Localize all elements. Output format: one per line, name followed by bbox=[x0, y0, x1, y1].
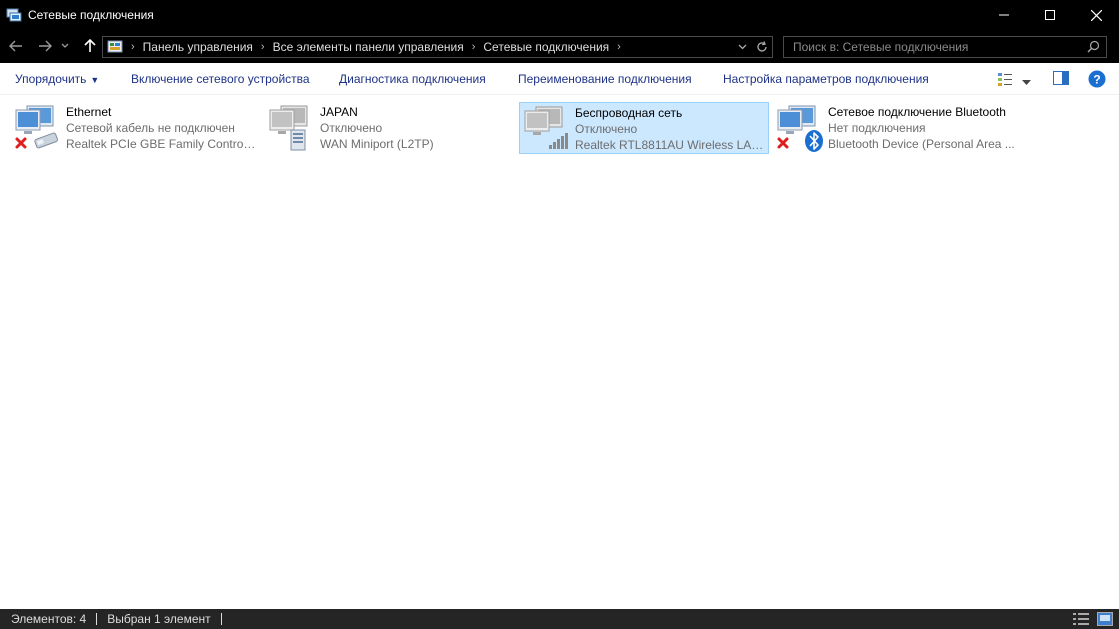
connection-item-ethernet[interactable]: Ethernet Сетевой кабель не подключен Rea… bbox=[11, 102, 261, 154]
recent-locations-chevron-icon[interactable] bbox=[58, 35, 72, 57]
organize-label: Упорядочить bbox=[15, 72, 87, 86]
network-connections-icon bbox=[6, 7, 22, 23]
search-icon[interactable] bbox=[1087, 40, 1100, 56]
connection-item-bluetooth[interactable]: Сетевое подключение Bluetooth Нет подклю… bbox=[773, 102, 1023, 154]
search-input[interactable] bbox=[793, 40, 1083, 54]
up-arrow-icon[interactable] bbox=[79, 35, 101, 57]
status-bar: Элементов: 4 Выбран 1 элемент bbox=[0, 609, 1119, 629]
organize-button[interactable]: Упорядочить ▼ bbox=[15, 72, 99, 86]
preview-pane-icon[interactable] bbox=[1053, 71, 1069, 88]
selection-count: Выбран 1 элемент bbox=[107, 612, 211, 626]
breadcrumb-chevron-icon[interactable]: › bbox=[261, 41, 265, 53]
connection-name: JAPAN bbox=[320, 105, 358, 119]
settings-button[interactable]: Настройка параметров подключения bbox=[723, 72, 929, 86]
connection-name: Ethernet bbox=[66, 105, 112, 119]
change-view-icon[interactable] bbox=[997, 71, 1013, 90]
navigation-bar: › Панель управления › Все элементы панел… bbox=[0, 30, 1119, 63]
breadcrumb-chevron-icon[interactable]: › bbox=[617, 41, 621, 53]
connection-status: Отключено bbox=[320, 121, 383, 135]
refresh-icon[interactable] bbox=[752, 41, 772, 53]
title-bar: Сетевые подключения bbox=[0, 0, 1119, 30]
view-options-caret-icon[interactable] bbox=[1022, 75, 1031, 89]
network-adapter-icon bbox=[775, 104, 823, 152]
address-bar[interactable]: › Панель управления › Все элементы панел… bbox=[102, 36, 773, 58]
help-icon[interactable]: ? bbox=[1088, 70, 1106, 91]
breadcrumb-all-items[interactable]: Все элементы панели управления bbox=[273, 40, 464, 54]
connection-status: Отключено bbox=[575, 122, 638, 136]
close-button[interactable] bbox=[1073, 0, 1119, 30]
connection-status: Сетевой кабель не подключен bbox=[66, 121, 235, 135]
connection-device: Realtek RTL8811AU Wireless LAN ... bbox=[575, 138, 767, 152]
breadcrumb-control-panel[interactable]: Панель управления bbox=[143, 40, 253, 54]
search-box[interactable] bbox=[783, 36, 1107, 58]
network-adapter-icon bbox=[267, 104, 315, 152]
command-bar: Упорядочить ▼ Включение сетевого устройст… bbox=[0, 63, 1119, 95]
connections-list[interactable]: Ethernet Сетевой кабель не подключен Rea… bbox=[0, 95, 1119, 609]
details-view-icon[interactable] bbox=[1073, 612, 1089, 629]
breadcrumb-chevron-icon[interactable]: › bbox=[472, 41, 476, 53]
window-title: Сетевые подключения bbox=[28, 8, 154, 22]
connection-device: Realtek PCIe GBE Family Controller bbox=[66, 137, 258, 151]
enable-device-button[interactable]: Включение сетевого устройства bbox=[131, 72, 310, 86]
diagnose-button[interactable]: Диагностика подключения bbox=[339, 72, 486, 86]
connection-item-wireless[interactable]: Беспроводная сеть Отключено Realtek RTL8… bbox=[519, 102, 769, 154]
network-adapter-icon bbox=[522, 105, 570, 153]
connection-status: Нет подключения bbox=[828, 121, 926, 135]
minimize-button[interactable] bbox=[981, 0, 1027, 30]
connection-device: WAN Miniport (L2TP) bbox=[320, 137, 434, 151]
status-divider bbox=[96, 613, 98, 625]
svg-text:?: ? bbox=[1093, 73, 1100, 87]
connection-item-japan[interactable]: JAPAN Отключено WAN Miniport (L2TP) bbox=[265, 102, 515, 154]
large-icons-view-icon[interactable] bbox=[1097, 612, 1113, 629]
connection-name: Беспроводная сеть bbox=[575, 106, 683, 120]
maximize-button[interactable] bbox=[1027, 0, 1073, 30]
status-divider bbox=[220, 613, 222, 625]
back-arrow-icon[interactable] bbox=[5, 35, 27, 57]
breadcrumb-chevron-icon[interactable]: › bbox=[131, 41, 135, 53]
breadcrumb-network-connections[interactable]: Сетевые подключения bbox=[483, 40, 609, 54]
rename-button[interactable]: Переименование подключения bbox=[518, 72, 692, 86]
address-dropdown-chevron-icon[interactable] bbox=[732, 44, 752, 50]
forward-arrow-icon[interactable] bbox=[34, 35, 56, 57]
connection-device: Bluetooth Device (Personal Area ... bbox=[828, 137, 1015, 151]
control-panel-icon bbox=[107, 39, 123, 55]
connection-name: Сетевое подключение Bluetooth bbox=[828, 105, 1006, 119]
item-count: Элементов: 4 bbox=[11, 612, 87, 626]
dropdown-caret-icon: ▼ bbox=[90, 75, 100, 85]
network-adapter-icon bbox=[13, 104, 61, 152]
